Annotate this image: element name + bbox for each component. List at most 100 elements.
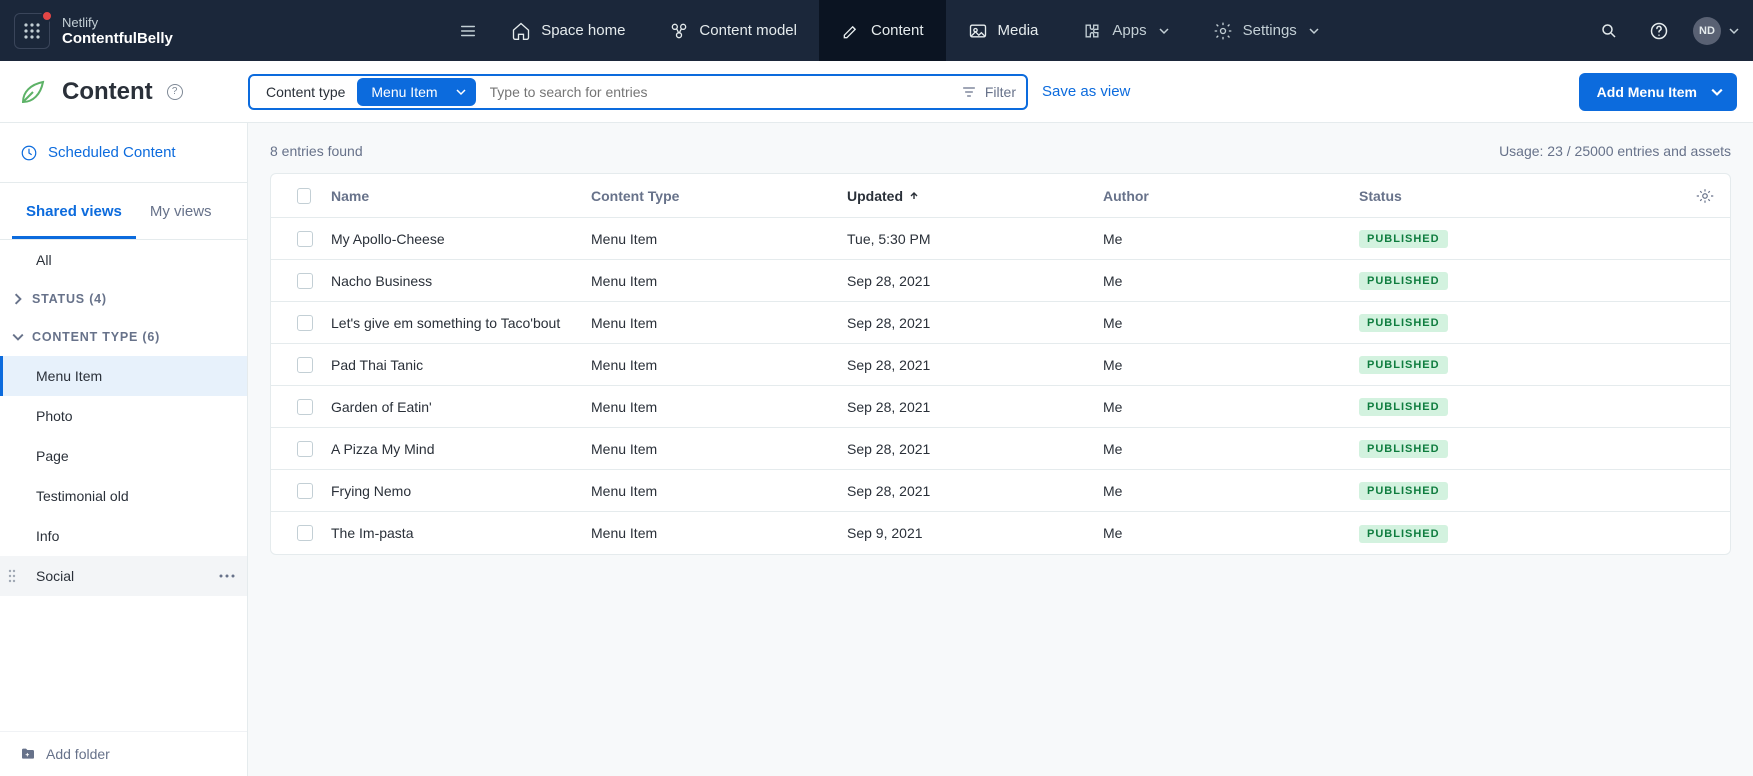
table-row[interactable]: Pad Thai Tanic Menu Item Sep 28, 2021 Me… <box>271 344 1730 386</box>
group-status[interactable]: STATUS (4) <box>0 280 247 318</box>
cell-content-type: Menu Item <box>581 357 837 373</box>
page-title: Content <box>62 78 153 106</box>
save-view-button[interactable]: Save as view <box>1042 83 1130 100</box>
table-row[interactable]: My Apollo-Cheese Menu Item Tue, 5:30 PM … <box>271 218 1730 260</box>
home-icon <box>511 21 531 41</box>
table-settings-button[interactable] <box>1686 187 1730 205</box>
filter-icon <box>961 84 977 100</box>
edit-icon <box>841 21 861 41</box>
filter-toggle[interactable]: Filter <box>961 84 1026 100</box>
group-content-type-label: CONTENT TYPE (6) <box>32 330 160 344</box>
tab-shared-views[interactable]: Shared views <box>12 183 136 239</box>
table-row[interactable]: Garden of Eatin' Menu Item Sep 28, 2021 … <box>271 386 1730 428</box>
view-tabs: Shared views My views <box>0 183 247 240</box>
tab-my-views[interactable]: My views <box>136 183 226 239</box>
cell-updated: Sep 9, 2021 <box>837 525 1093 541</box>
cell-content-type: Menu Item <box>581 441 837 457</box>
row-checkbox[interactable] <box>297 273 313 289</box>
row-checkbox[interactable] <box>297 441 313 457</box>
row-checkbox[interactable] <box>297 357 313 373</box>
view-all[interactable]: All <box>0 240 247 280</box>
cell-content-type: Menu Item <box>581 273 837 289</box>
chevron-down-icon <box>456 87 466 97</box>
row-checkbox[interactable] <box>297 231 313 247</box>
entries-found: 8 entries found <box>270 143 363 159</box>
col-name[interactable]: Name <box>321 188 581 204</box>
cell-updated: Sep 28, 2021 <box>837 399 1093 415</box>
cell-author: Me <box>1093 399 1349 415</box>
row-checkbox[interactable] <box>297 483 313 499</box>
cell-author: Me <box>1093 525 1349 541</box>
col-status[interactable]: Status <box>1349 188 1686 204</box>
cell-updated: Sep 28, 2021 <box>837 357 1093 373</box>
sidebar-collapse-button[interactable] <box>453 16 483 46</box>
view-info[interactable]: Info <box>0 516 247 556</box>
app-switcher-button[interactable] <box>14 13 50 49</box>
table-row[interactable]: Frying Nemo Menu Item Sep 28, 2021 Me PU… <box>271 470 1730 512</box>
add-entry-button[interactable]: Add Menu Item <box>1579 73 1737 111</box>
col-author[interactable]: Author <box>1093 188 1349 204</box>
cell-updated: Sep 28, 2021 <box>837 483 1093 499</box>
sort-asc-icon <box>909 191 919 201</box>
filter-bar: Content type Menu Item Filter Save as vi… <box>248 73 1737 111</box>
cell-updated: Sep 28, 2021 <box>837 315 1093 331</box>
group-status-label: STATUS (4) <box>32 292 107 306</box>
cell-name: Garden of Eatin' <box>321 399 581 415</box>
cell-status: PUBLISHED <box>1349 439 1686 458</box>
cell-updated: Sep 28, 2021 <box>837 273 1093 289</box>
col-updated[interactable]: Updated <box>837 188 1093 204</box>
avatar: ND <box>1693 17 1721 45</box>
view-page[interactable]: Page <box>0 436 247 476</box>
table-row[interactable]: Nacho Business Menu Item Sep 28, 2021 Me… <box>271 260 1730 302</box>
more-icon[interactable] <box>219 574 235 578</box>
help-button[interactable] <box>1643 15 1675 47</box>
table-row[interactable]: A Pizza My Mind Menu Item Sep 28, 2021 M… <box>271 428 1730 470</box>
cell-name: My Apollo-Cheese <box>321 231 581 247</box>
grid-icon <box>23 22 41 40</box>
cell-author: Me <box>1093 441 1349 457</box>
view-photo[interactable]: Photo <box>0 396 247 436</box>
row-checkbox[interactable] <box>297 315 313 331</box>
col-content-type[interactable]: Content Type <box>581 188 837 204</box>
table-row[interactable]: Let's give em something to Taco'bout Men… <box>271 302 1730 344</box>
topbar: Netlify ContentfulBelly Space home Conte… <box>0 0 1753 61</box>
view-social-label: Social <box>36 568 74 584</box>
view-testimonial[interactable]: Testimonial old <box>0 476 247 516</box>
nav-settings[interactable]: Settings <box>1191 0 1341 61</box>
row-checkbox[interactable] <box>297 525 313 541</box>
cell-status: PUBLISHED <box>1349 524 1686 543</box>
select-all-checkbox[interactable] <box>297 188 311 204</box>
group-content-type[interactable]: CONTENT TYPE (6) <box>0 318 247 356</box>
nav-apps[interactable]: Apps <box>1060 0 1190 61</box>
content-type-dropdown[interactable]: Menu Item <box>357 78 475 106</box>
cell-content-type: Menu Item <box>581 231 837 247</box>
view-menu-item[interactable]: Menu Item <box>0 356 247 396</box>
nav-media[interactable]: Media <box>946 0 1061 61</box>
user-menu[interactable]: ND <box>1693 17 1739 45</box>
status-badge: PUBLISHED <box>1359 398 1448 416</box>
help-tooltip-button[interactable]: ? <box>167 84 183 100</box>
content-type-icon <box>18 77 48 107</box>
table-header: Name Content Type Updated Author Status <box>271 174 1730 218</box>
puzzle-icon <box>1082 21 1102 41</box>
cell-author: Me <box>1093 483 1349 499</box>
nav-content-model[interactable]: Content model <box>647 0 819 61</box>
add-folder-button[interactable]: Add folder <box>0 731 247 776</box>
cell-name: A Pizza My Mind <box>321 441 581 457</box>
view-social[interactable]: Social <box>0 556 247 596</box>
table-row[interactable]: The Im-pasta Menu Item Sep 9, 2021 Me PU… <box>271 512 1730 554</box>
status-badge: PUBLISHED <box>1359 525 1448 543</box>
search-button[interactable] <box>1593 15 1625 47</box>
row-checkbox[interactable] <box>297 399 313 415</box>
notification-dot <box>41 10 53 22</box>
cell-updated: Tue, 5:30 PM <box>837 231 1093 247</box>
nav-label: Space home <box>541 22 625 39</box>
search-input[interactable] <box>476 76 961 108</box>
nav-label: Apps <box>1112 22 1146 39</box>
drag-handle-icon[interactable] <box>6 568 18 584</box>
cell-author: Me <box>1093 357 1349 373</box>
scheduled-content-link[interactable]: Scheduled Content <box>0 123 247 183</box>
nav-content[interactable]: Content <box>819 0 946 61</box>
nav-space-home[interactable]: Space home <box>489 0 647 61</box>
cell-content-type: Menu Item <box>581 525 837 541</box>
